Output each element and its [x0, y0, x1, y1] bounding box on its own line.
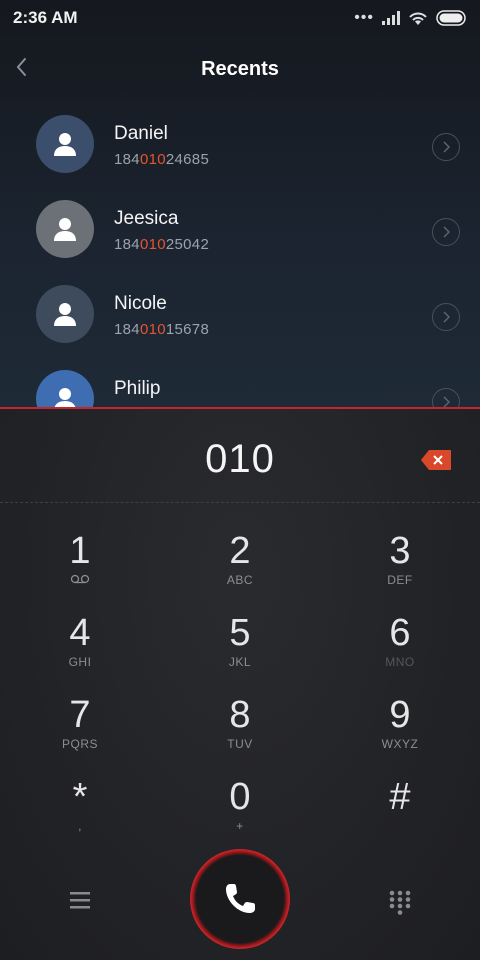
- number-match: 010: [139, 236, 166, 253]
- dialpad: 010 1 2 ABC 3 DEF 4 GHI 5 JKL 6 MNO 7 PQ…: [0, 409, 480, 960]
- number-suffix: 24685: [165, 151, 210, 168]
- person-icon: [54, 388, 76, 408]
- key-digit: *: [72, 776, 88, 818]
- backspace-icon[interactable]: [420, 449, 452, 471]
- recents-list: Daniel 18401024685 Jeesica 18401025042 N…: [0, 102, 480, 408]
- key-digit: 6: [389, 612, 411, 654]
- contact-number: 18401015678: [114, 321, 209, 338]
- details-button[interactable]: [432, 218, 460, 246]
- key-letters: WXYZ: [381, 737, 419, 751]
- cell-signal-icon: [382, 11, 400, 25]
- details-button[interactable]: [432, 133, 460, 161]
- number-match: 010: [139, 151, 166, 168]
- key-letters: ABC: [226, 573, 254, 587]
- key-digit: 7: [69, 694, 91, 736]
- dial-entry[interactable]: 010: [0, 437, 480, 482]
- key-letters: ,: [78, 819, 82, 833]
- key-8[interactable]: 8 TUV: [180, 695, 300, 765]
- contact-number: 18401025042: [114, 236, 209, 253]
- person-icon: [54, 303, 76, 326]
- number-prefix: 184: [114, 236, 140, 253]
- key-3[interactable]: 3 DEF: [340, 531, 460, 601]
- status-time: 2:36 AM: [13, 8, 78, 27]
- key-digit: 4: [69, 612, 91, 654]
- phone-icon: [226, 884, 255, 913]
- key-digit: 3: [389, 530, 411, 572]
- voicemail-icon: [20, 573, 140, 587]
- contact-name: Daniel: [114, 123, 168, 144]
- chevron-right-icon: [443, 311, 451, 323]
- key-letters: MNO: [385, 655, 415, 669]
- key-letters: DEF: [387, 573, 413, 587]
- details-button[interactable]: [432, 388, 460, 408]
- details-button[interactable]: [432, 303, 460, 331]
- number-prefix: 184: [114, 151, 140, 168]
- key-7[interactable]: 7 PQRS: [20, 695, 140, 765]
- key-9[interactable]: 9 WXYZ: [340, 695, 460, 765]
- key-0[interactable]: 0 +: [180, 777, 300, 847]
- avatar: [36, 285, 94, 343]
- key-5[interactable]: 5 JKL: [180, 613, 300, 683]
- person-icon: [54, 218, 76, 241]
- keypad-icon[interactable]: [388, 889, 412, 915]
- contact-name: Nicole: [114, 293, 167, 314]
- key-letters: GHI: [68, 655, 92, 669]
- avatar: [36, 370, 94, 408]
- menu-icon[interactable]: [68, 889, 92, 911]
- list-item[interactable]: Philip 184010: [0, 357, 480, 408]
- key-letters: +: [236, 819, 244, 833]
- key-digit: 8: [229, 694, 251, 736]
- battery-icon: [436, 10, 466, 26]
- key-digit: 5: [229, 612, 251, 654]
- status-bar: 2:36 AM •••: [0, 0, 480, 34]
- key-2[interactable]: 2 ABC: [180, 531, 300, 601]
- avatar: [36, 200, 94, 258]
- list-item[interactable]: Nicole 18401015678: [0, 272, 480, 357]
- key-1[interactable]: 1: [20, 531, 140, 601]
- entry-divider: [0, 502, 480, 503]
- key-letters: TUV: [227, 737, 253, 751]
- chevron-right-icon: [443, 226, 451, 238]
- number-suffix: 15678: [165, 321, 210, 338]
- key-digit: 9: [389, 694, 411, 736]
- header: Recents: [0, 40, 480, 100]
- contact-number: 18401024685: [114, 151, 209, 168]
- key-digit: #: [389, 776, 411, 818]
- avatar: [36, 115, 94, 173]
- call-button[interactable]: [190, 849, 290, 949]
- key-digit: 0: [229, 776, 251, 818]
- contact-name: Jeesica: [114, 208, 179, 229]
- wifi-icon: [409, 12, 427, 25]
- number-prefix: 184: [114, 321, 140, 338]
- number-suffix: 25042: [165, 236, 210, 253]
- key-star[interactable]: * ,: [20, 777, 140, 847]
- key-letters: JKL: [228, 655, 252, 669]
- key-letters: PQRS: [61, 737, 98, 751]
- person-icon: [54, 133, 76, 156]
- chevron-right-icon: [443, 141, 451, 153]
- contact-name: Philip: [114, 378, 161, 399]
- key-letters: [340, 819, 460, 833]
- signal-dots-icon: •••: [354, 9, 374, 26]
- number-match: 010: [139, 321, 166, 338]
- status-icons: •••: [354, 9, 468, 27]
- recents-panel: 2:36 AM ••• Recents Daniel 18401024685 J…: [0, 0, 480, 408]
- page-title: Recents: [201, 58, 279, 80]
- key-hash[interactable]: #: [340, 777, 460, 847]
- list-item[interactable]: Daniel 18401024685: [0, 102, 480, 187]
- key-4[interactable]: 4 GHI: [20, 613, 140, 683]
- key-6[interactable]: 6 MNO: [340, 613, 460, 683]
- key-digit: 1: [69, 530, 91, 572]
- list-item[interactable]: Jeesica 18401025042: [0, 187, 480, 272]
- key-digit: 2: [229, 530, 251, 572]
